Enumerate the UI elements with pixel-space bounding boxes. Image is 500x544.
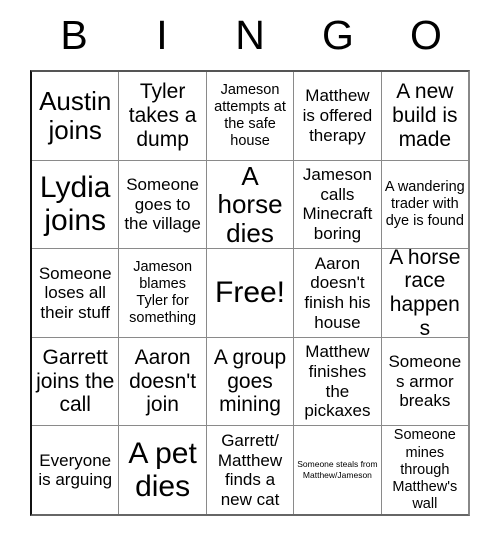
bingo-cell-label: A group goes mining bbox=[213, 346, 287, 417]
bingo-cell-n2[interactable]: A horse dies bbox=[205, 160, 294, 249]
bingo-cell-i4[interactable]: Aaron doesn't join bbox=[118, 337, 206, 426]
bingo-cell-label: Garrett joins the call bbox=[36, 346, 115, 417]
bingo-grid: Austin joins Tyler takes a dump Jameson … bbox=[30, 70, 470, 516]
bingo-cell-g3[interactable]: Aaron doesn't finish his house bbox=[293, 249, 381, 337]
bingo-cell-n5[interactable]: Garrett/ Matthew finds a new cat bbox=[205, 426, 294, 514]
bingo-cell-i5[interactable]: A pet dies bbox=[118, 426, 206, 514]
bingo-cell-b5[interactable]: Everyone is arguing bbox=[32, 426, 119, 514]
bingo-cell-i2[interactable]: Someone goes to the village bbox=[118, 160, 206, 249]
header-letter-o: O bbox=[410, 11, 442, 58]
bingo-cell-label: Matthew is offered therapy bbox=[302, 86, 373, 145]
bingo-cell-g1[interactable]: Matthew is offered therapy bbox=[293, 72, 381, 160]
bingo-cell-label: Someones armor breaks bbox=[388, 352, 462, 411]
bingo-cell-label: Someone mines through Matthew's wall bbox=[392, 427, 458, 512]
bingo-cell-label: A horse race happens bbox=[389, 249, 461, 337]
bingo-cell-label: A wandering trader with dye is found bbox=[384, 178, 465, 229]
bingo-cell-o2[interactable]: A wandering trader with dye is found bbox=[380, 160, 469, 249]
bingo-cell-b2[interactable]: Lydia joins bbox=[32, 160, 119, 249]
bingo-cell-o3[interactable]: A horse race happens bbox=[380, 249, 469, 337]
bingo-cell-label: Jameson blames Tyler for something bbox=[129, 258, 197, 327]
bingo-row: Austin joins Tyler takes a dump Jameson … bbox=[32, 72, 469, 160]
bingo-cell-o4[interactable]: Someones armor breaks bbox=[380, 337, 469, 426]
bingo-cell-b3[interactable]: Someone loses all their stuff bbox=[32, 249, 119, 337]
bingo-cell-label: Matthew finishes the pickaxes bbox=[304, 342, 371, 421]
bingo-cell-label: Garrett/ Matthew finds a new cat bbox=[217, 431, 283, 509]
bingo-cell-label: Jameson attempts at the safe house bbox=[214, 81, 286, 149]
bingo-cell-label: Everyone is arguing bbox=[38, 450, 113, 490]
bingo-header: B I N G O bbox=[30, 0, 470, 70]
bingo-card: B I N G O Austin joins Tyler takes a dum… bbox=[0, 0, 500, 544]
bingo-cell-label: Aaron doesn't finish his house bbox=[304, 253, 371, 332]
bingo-cell-label: A horse dies bbox=[217, 160, 283, 248]
bingo-cell-label: Someone steals from Matthew/Jameson bbox=[297, 459, 378, 481]
bingo-cell-n1[interactable]: Jameson attempts at the safe house bbox=[205, 72, 294, 160]
bingo-cell-label: Jameson calls Minecraft boring bbox=[302, 165, 373, 243]
bingo-cell-label: Someone goes to the village bbox=[124, 175, 201, 234]
bingo-cell-b4[interactable]: Garrett joins the call bbox=[32, 337, 119, 426]
bingo-cell-b1[interactable]: Austin joins bbox=[32, 72, 119, 160]
bingo-cell-o1[interactable]: A new build is made bbox=[380, 72, 469, 160]
bingo-cell-i1[interactable]: Tyler takes a dump bbox=[118, 72, 206, 160]
bingo-cell-free-space[interactable]: Free! bbox=[205, 249, 294, 337]
bingo-cell-g5[interactable]: Someone steals from Matthew/Jameson bbox=[293, 426, 381, 514]
header-letter-g: G bbox=[322, 11, 354, 58]
header-letter-i: I bbox=[156, 11, 168, 58]
bingo-cell-g4[interactable]: Matthew finishes the pickaxes bbox=[293, 337, 381, 426]
header-letter-b: B bbox=[60, 11, 88, 58]
bingo-cell-label: Aaron doesn't join bbox=[129, 346, 197, 417]
header-letter-n: N bbox=[235, 11, 265, 58]
bingo-cell-label: Austin joins bbox=[39, 86, 112, 145]
bingo-cell-label: A pet dies bbox=[128, 437, 197, 504]
bingo-cell-label: Lydia joins bbox=[39, 171, 111, 238]
bingo-cell-o5[interactable]: Someone mines through Matthew's wall bbox=[380, 426, 469, 514]
bingo-cell-n4[interactable]: A group goes mining bbox=[205, 337, 294, 426]
bingo-cell-g2[interactable]: Jameson calls Minecraft boring bbox=[293, 160, 381, 249]
free-space-label: Free! bbox=[215, 276, 286, 310]
bingo-row: Garrett joins the call Aaron doesn't joi… bbox=[32, 336, 469, 426]
bingo-row: Lydia joins Someone goes to the village … bbox=[32, 159, 469, 249]
bingo-cell-label: Tyler takes a dump bbox=[128, 80, 197, 151]
bingo-row: Everyone is arguing A pet dies Garrett/ … bbox=[32, 425, 469, 514]
bingo-cell-label: Someone loses all their stuff bbox=[38, 263, 112, 322]
bingo-cell-label: A new build is made bbox=[392, 80, 458, 151]
bingo-cell-i3[interactable]: Jameson blames Tyler for something bbox=[118, 249, 206, 337]
bingo-row: Someone loses all their stuff Jameson bl… bbox=[32, 248, 469, 337]
